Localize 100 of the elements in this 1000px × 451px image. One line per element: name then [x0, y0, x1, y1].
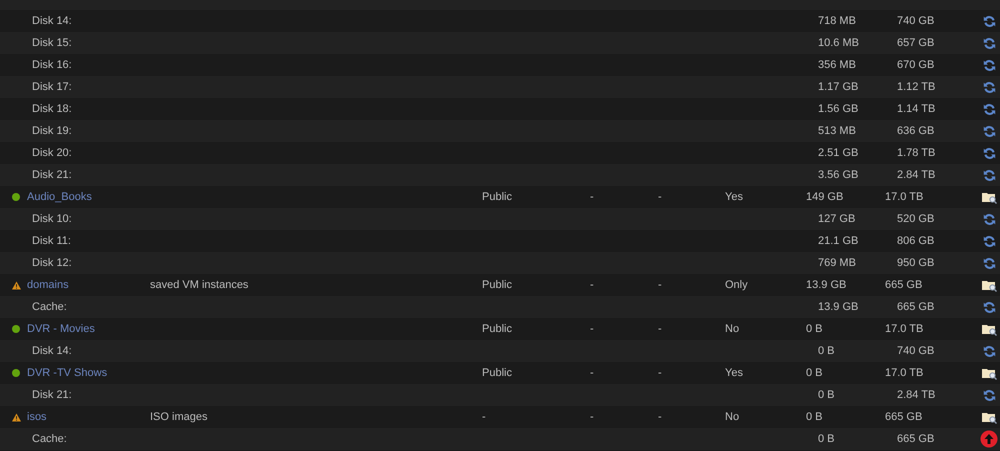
refresh-icon[interactable]: [982, 14, 996, 28]
table-cell-text: 718 MB: [817, 14, 857, 29]
comment-text: saved VM instances: [150, 278, 250, 293]
refresh-icon[interactable]: [982, 102, 996, 116]
disk-label: Disk 20:: [32, 146, 72, 161]
refresh-icon[interactable]: [982, 256, 996, 270]
table-cell-text: -: [590, 410, 595, 425]
table-cell-text: 740 GB: [896, 344, 936, 359]
table-cell-text: -: [658, 410, 663, 425]
table-cell-text: 2.51 GB: [817, 146, 860, 161]
share-link[interactable]: isos: [27, 408, 47, 426]
table-cell-text: Public: [482, 278, 513, 293]
table-cell-text: -: [658, 278, 663, 293]
table-cell-text: 665 GB: [896, 432, 936, 447]
table-cell-text: Public: [482, 322, 513, 337]
folder-search-icon[interactable]: [982, 410, 996, 424]
disk-label: Disk 16:: [32, 58, 72, 73]
table-cell-text: 0 B: [817, 432, 836, 447]
table-cell-text: 665 GB: [885, 410, 924, 425]
table-cell-text: 21.1 GB: [817, 234, 860, 249]
refresh-icon[interactable]: [982, 124, 996, 138]
table-cell-text: No: [725, 410, 740, 425]
folder-search-icon[interactable]: [982, 322, 996, 336]
table-cell-text: -: [482, 410, 487, 425]
folder-search-icon[interactable]: [982, 366, 996, 380]
table-cell-text: -: [658, 322, 663, 337]
table-cell-text: 740 GB: [896, 14, 936, 29]
table-cell-text: -: [590, 190, 595, 205]
share-link[interactable]: DVR -TV Shows: [27, 364, 108, 382]
table-cell-text: 0 B: [806, 410, 824, 425]
table-cell-text: Only: [725, 278, 749, 293]
disk-label: Disk 21:: [32, 388, 72, 403]
refresh-icon[interactable]: [982, 388, 996, 402]
refresh-icon[interactable]: [982, 212, 996, 226]
refresh-icon[interactable]: [982, 58, 996, 72]
table-cell-text: 1.12 TB: [896, 80, 936, 95]
table-cell-text: -: [658, 190, 663, 205]
share-link[interactable]: DVR - Movies: [27, 320, 95, 338]
disk-label: Disk 11:: [32, 234, 71, 249]
disk-label: Disk 15:: [32, 36, 72, 51]
table-cell-text: 769 MB: [817, 256, 857, 271]
table-cell-text: 1.17 GB: [817, 80, 860, 95]
disk-label: Disk 18:: [32, 102, 72, 117]
refresh-icon[interactable]: [982, 300, 996, 314]
table-cell-text: 806 GB: [896, 234, 936, 249]
table-cell-text: 670 GB: [896, 58, 936, 73]
table-cell-text: Public: [482, 366, 513, 381]
disk-label: Disk 17:: [32, 80, 72, 95]
table-cell-text: 13.9 GB: [806, 278, 848, 293]
table-cell-text: 127 GB: [817, 212, 856, 227]
table-cell-text: 17.0 TB: [885, 366, 924, 381]
table-cell-text: 1.56 GB: [817, 102, 860, 117]
disk-label: Disk 12:: [32, 256, 72, 271]
table-cell-text: -: [590, 366, 595, 381]
table-cell-text: 17.0 TB: [885, 190, 924, 205]
refresh-icon[interactable]: [982, 168, 996, 182]
disk-label: Cache:: [32, 432, 67, 447]
table-cell-text: 2.84 TB: [896, 168, 936, 183]
share-link[interactable]: domains: [27, 276, 69, 294]
table-cell-text: 1.78 TB: [896, 146, 936, 161]
upload-icon[interactable]: [980, 430, 998, 448]
table-cell-text: -: [590, 322, 595, 337]
table-cell-text: -: [590, 278, 595, 293]
table-cell-text: 657 GB: [896, 36, 936, 51]
table-cell-text: 17.0 TB: [885, 322, 924, 337]
disk-label: Disk 19:: [32, 124, 72, 139]
refresh-icon[interactable]: [982, 36, 996, 50]
share-link[interactable]: Audio_Books: [27, 188, 92, 206]
table-cell-text: -: [658, 366, 663, 381]
table-cell-text: 520 GB: [896, 212, 936, 227]
table-cell-text: 665 GB: [885, 278, 924, 293]
table-cell-text: 665 GB: [896, 300, 936, 315]
table-cell-text: Yes: [725, 190, 744, 205]
folder-search-icon[interactable]: [982, 190, 996, 204]
refresh-icon[interactable]: [982, 80, 996, 94]
folder-search-icon[interactable]: [982, 278, 996, 292]
refresh-icon[interactable]: [982, 234, 996, 248]
table-cell-text: 950 GB: [896, 256, 936, 271]
table-cell-text: 1.14 TB: [896, 102, 936, 117]
table-cell-text: 0 B: [817, 344, 836, 359]
table-cell-text: No: [725, 322, 740, 337]
refresh-icon[interactable]: [982, 146, 996, 160]
disk-label: Disk 21:: [32, 168, 72, 183]
table-cell-text: 3.56 GB: [817, 168, 860, 183]
table-cell-text: 356 MB: [817, 58, 857, 73]
table-cell-text: Public: [482, 190, 513, 205]
table-cell-text: 10.6 MB: [817, 36, 860, 51]
table-cell-text: Yes: [725, 366, 744, 381]
table-cell-text: 513 MB: [817, 124, 857, 139]
table-cell-text: 2.84 TB: [896, 388, 936, 403]
disk-label: Disk 14:: [32, 344, 72, 359]
disk-label: Cache:: [32, 300, 67, 315]
table-cell-text: 0 B: [806, 322, 824, 337]
table-cell-text: 149 GB: [806, 190, 844, 205]
disk-label: Disk 14:: [32, 14, 72, 29]
refresh-icon[interactable]: [982, 344, 996, 358]
disk-label: Disk 10:: [32, 212, 72, 227]
comment-text: ISO images: [150, 410, 208, 425]
table-cell-text: 0 B: [817, 388, 836, 403]
table-cell-text: 13.9 GB: [817, 300, 860, 315]
